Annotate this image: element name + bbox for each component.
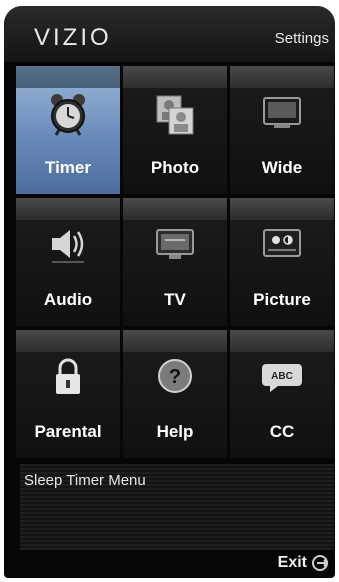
- tile-cap: [230, 198, 334, 220]
- menu-tile-picture[interactable]: Picture: [230, 198, 334, 326]
- tile-cap: [230, 330, 334, 352]
- tile-cap: [230, 66, 334, 88]
- exit-icon: [311, 554, 329, 572]
- tile-cap: [123, 66, 227, 88]
- tile-label: TV: [164, 290, 186, 309]
- menu-tile-help[interactable]: ? Help: [123, 330, 227, 458]
- tile-label: Picture: [253, 290, 311, 309]
- tile-label: CC: [269, 422, 295, 441]
- header-bar: VIZIO Settings: [4, 6, 335, 62]
- menu-tile-cc[interactable]: ABC CC: [230, 330, 334, 458]
- alarm-clock-icon: [46, 90, 90, 138]
- svg-text:?: ?: [169, 366, 181, 388]
- menu-tile-tv[interactable]: TV: [123, 198, 227, 326]
- tile-label: Wide: [261, 158, 303, 177]
- tile-cap: [16, 198, 120, 220]
- speaker-icon: [46, 222, 90, 270]
- tv-icon: [153, 222, 197, 270]
- menu-tile-audio[interactable]: Audio: [16, 198, 120, 326]
- vizio-logo: VIZIO: [34, 24, 112, 51]
- lock-icon: [46, 354, 90, 402]
- menu-tile-parental[interactable]: Parental: [16, 330, 120, 458]
- tile-label: Help: [156, 422, 194, 441]
- settings-panel: VIZIO Settings Timer Photo Wide Audio TV…: [4, 6, 335, 578]
- closed-caption-icon: ABC: [260, 354, 304, 402]
- wide-screen-icon: [260, 90, 304, 138]
- menu-description-panel: Sleep Timer Menu: [20, 464, 334, 550]
- picture-settings-icon: [260, 222, 304, 270]
- exit-label: Exit: [277, 554, 307, 571]
- photo-icon: [153, 90, 197, 138]
- tile-label: Photo: [150, 158, 200, 177]
- help-icon: ?: [153, 354, 197, 402]
- tile-label: Parental: [34, 422, 102, 441]
- menu-tile-wide[interactable]: Wide: [230, 66, 334, 194]
- exit-button[interactable]: Exit: [278, 554, 329, 572]
- menu-tile-timer[interactable]: Timer: [16, 66, 120, 194]
- page-title: Settings: [274, 30, 329, 47]
- tile-cap: [123, 330, 227, 352]
- tile-label: Audio: [43, 290, 93, 309]
- menu-description: Sleep Timer Menu: [24, 472, 146, 489]
- menu-tile-photo[interactable]: Photo: [123, 66, 227, 194]
- svg-text:ABC: ABC: [271, 371, 293, 382]
- tile-label: Timer: [45, 158, 91, 177]
- tile-cap: [16, 330, 120, 352]
- tile-cap: [123, 198, 227, 220]
- tile-cap: [16, 66, 120, 88]
